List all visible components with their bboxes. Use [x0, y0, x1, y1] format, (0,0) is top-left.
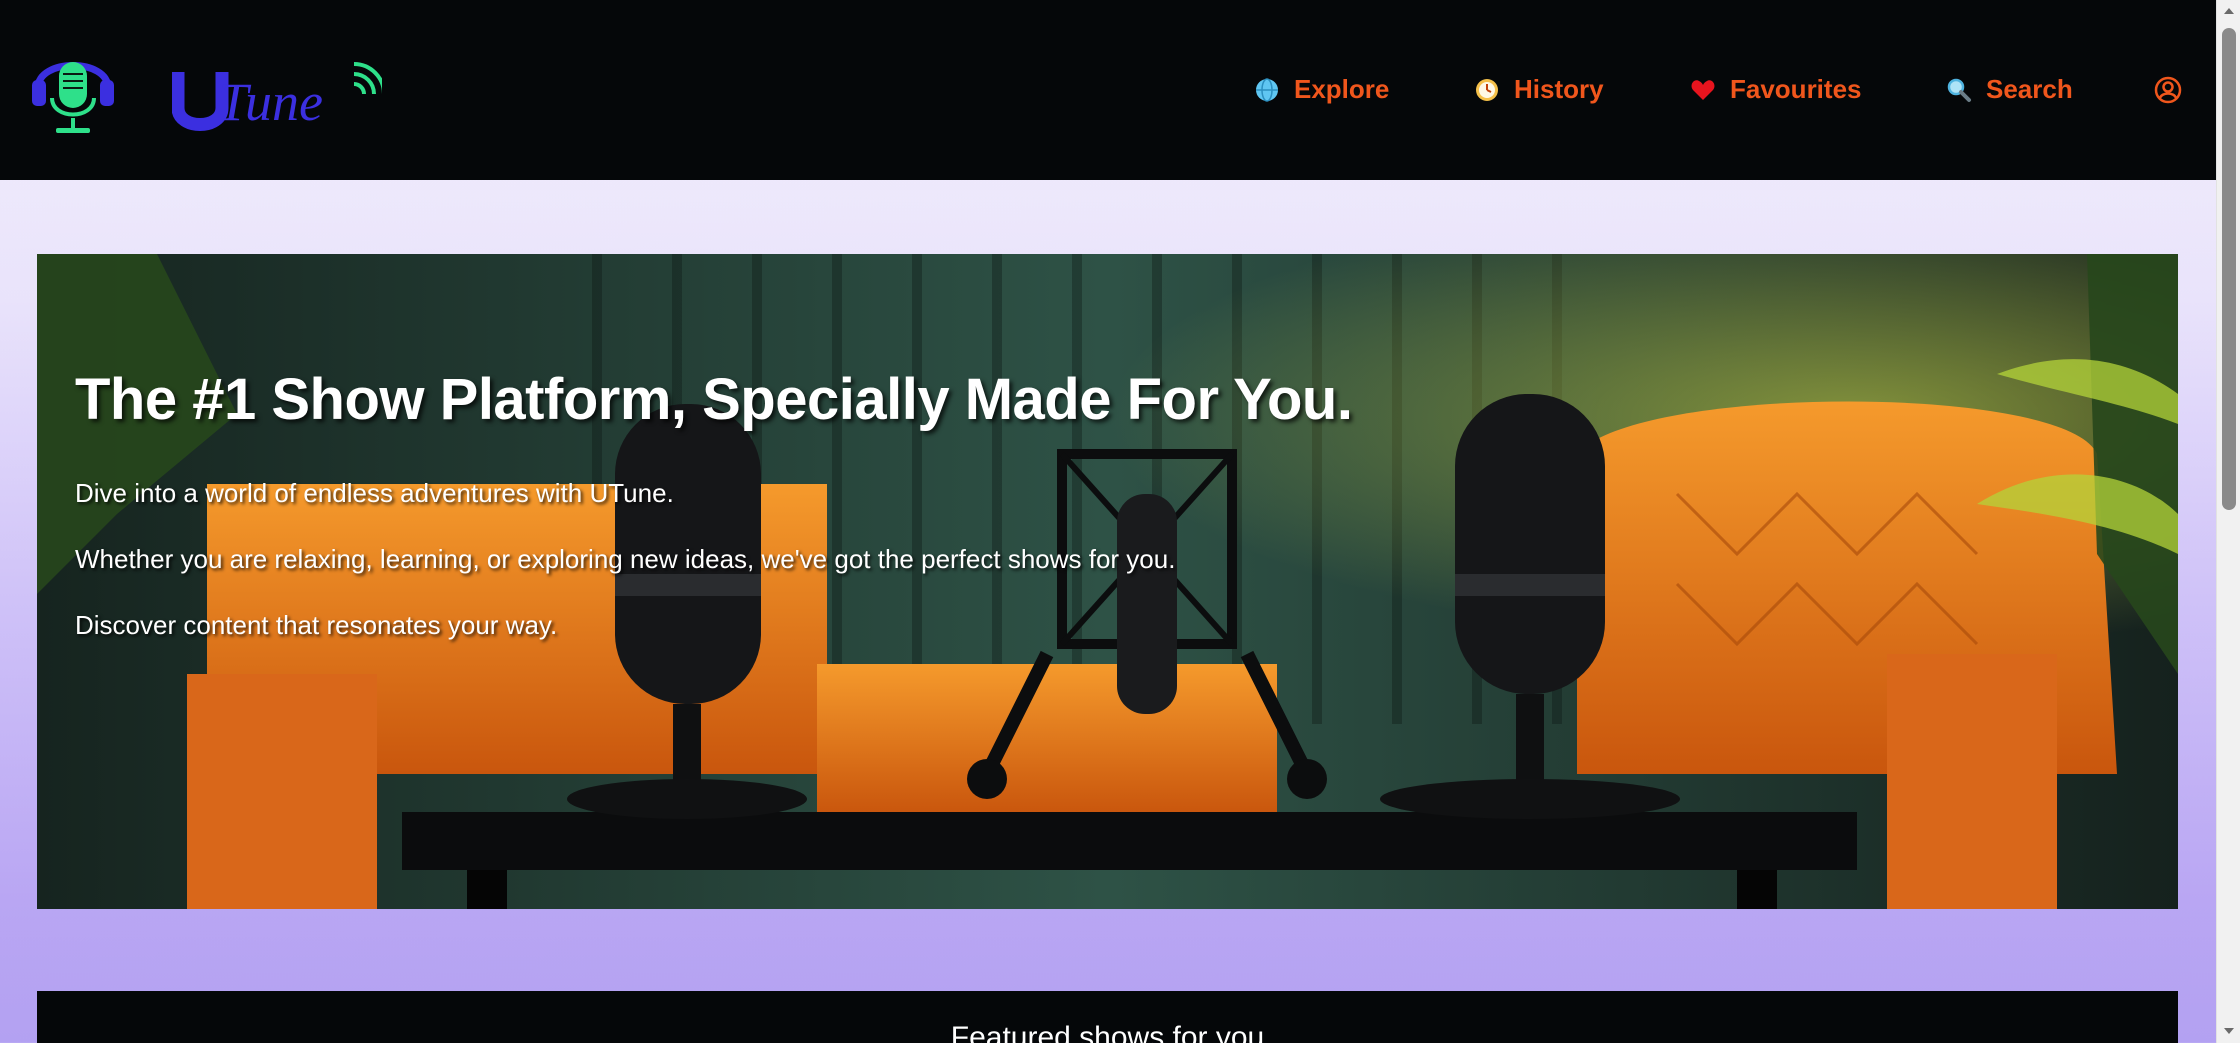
- hero-banner: The #1 Show Platform, Specially Made For…: [37, 254, 2178, 909]
- scrollbar-thumb[interactable]: [2222, 28, 2236, 510]
- hero-title: The #1 Show Platform, Specially Made For…: [75, 367, 1353, 432]
- hero-paragraph: Discover content that resonates your way…: [75, 610, 558, 640]
- nav-explore[interactable]: Explore: [1254, 74, 1389, 105]
- featured-shows-section: Featured shows for you: [37, 991, 2178, 1043]
- top-nav-bar: Tune Explore History Favourites Search: [0, 0, 2216, 180]
- nav-history[interactable]: History: [1474, 74, 1604, 105]
- nav-favourites[interactable]: Favourites: [1690, 74, 1862, 105]
- nav-favourites-label: Favourites: [1730, 74, 1862, 104]
- nav-explore-label: Explore: [1294, 74, 1390, 104]
- featured-shows-title: Featured shows for you: [950, 1021, 1265, 1043]
- hero-paragraph: Dive into a world of endless adventures …: [75, 478, 674, 508]
- search-icon: [1947, 78, 1971, 102]
- nav-search[interactable]: Search: [1946, 74, 2073, 105]
- user-circle-icon[interactable]: [2154, 76, 2182, 104]
- vertical-scrollbar[interactable]: [2216, 0, 2240, 1043]
- nav-history-label: History: [1514, 74, 1604, 104]
- scroll-down-arrow-icon[interactable]: [2222, 1024, 2236, 1038]
- scroll-up-arrow-icon[interactable]: [2222, 4, 2236, 18]
- utune-logo[interactable]: Tune: [172, 58, 382, 138]
- heart-icon: [1691, 79, 1715, 100]
- clock-icon: [1476, 78, 1498, 101]
- hero-paragraph: Whether you are relaxing, learning, or e…: [75, 544, 1176, 574]
- headphones-microphone-icon[interactable]: [28, 40, 118, 136]
- podcast-studio-image: [37, 254, 2178, 909]
- globe-icon: [1256, 77, 1278, 102]
- nav-search-label: Search: [1986, 74, 2073, 104]
- svg-text:Tune: Tune: [218, 72, 323, 132]
